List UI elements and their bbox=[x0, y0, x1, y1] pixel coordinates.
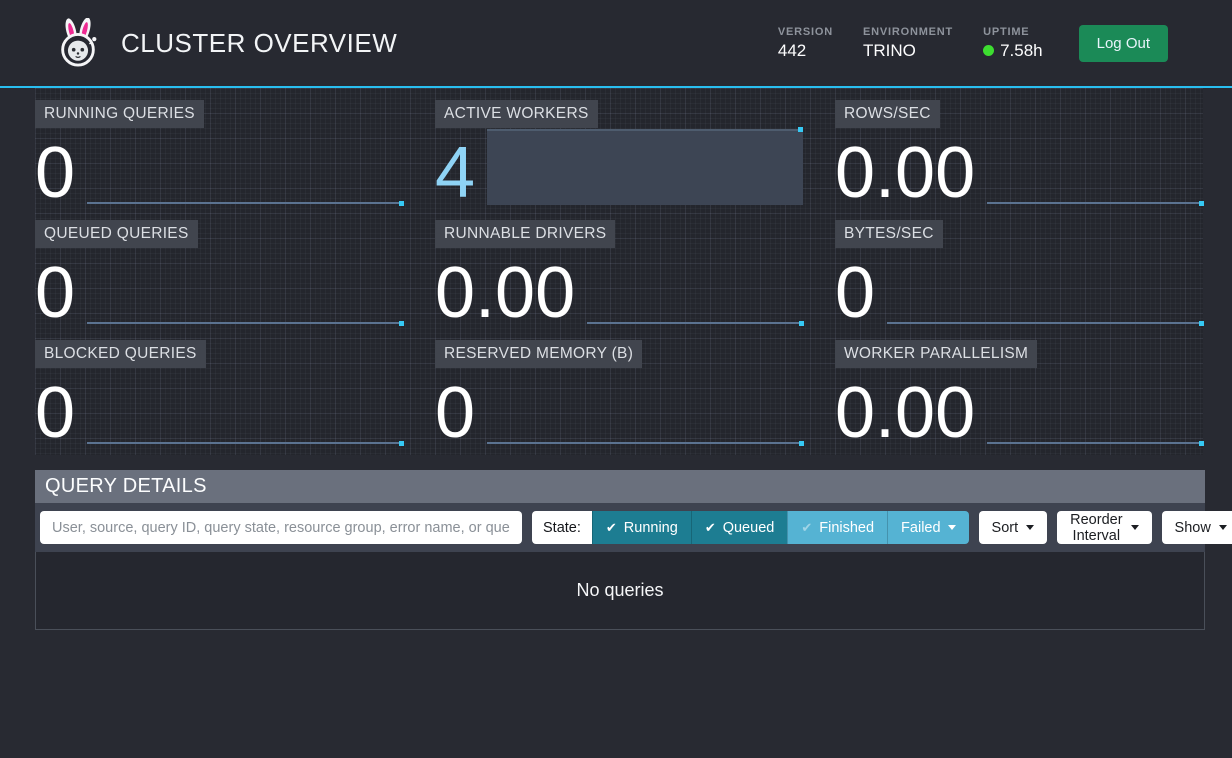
chevron-down-icon bbox=[948, 525, 956, 530]
metric-label: QUEUED QUERIES bbox=[35, 220, 198, 248]
chevron-down-icon bbox=[1131, 525, 1139, 530]
metric-label: BYTES/SEC bbox=[835, 220, 943, 248]
sparkline-endpoint-dot bbox=[799, 441, 804, 446]
metric-card-blocked-queries: BLOCKED QUERIES 0 bbox=[35, 340, 403, 445]
metrics-grid: RUNNING QUERIES 0 ACTIVE WORKERS 4 ROWS/… bbox=[35, 88, 1203, 455]
sparkline-endpoint-dot bbox=[1199, 201, 1204, 206]
state-filter-running[interactable]: ✔ Running bbox=[592, 511, 691, 544]
uptime-status-dot-icon bbox=[983, 45, 994, 56]
sparkline-endpoint-dot bbox=[399, 441, 404, 446]
metric-area-chart bbox=[487, 129, 803, 205]
empty-message: No queries bbox=[576, 580, 663, 601]
app-header: CLUSTER OVERVIEW VERSION 442 ENVIRONMENT… bbox=[0, 0, 1232, 88]
environment-stat: ENVIRONMENT TRINO bbox=[863, 26, 953, 61]
query-toolbar: State: ✔ Running ✔ Queued ✔ Finished Fai… bbox=[35, 503, 1205, 552]
check-icon: ✔ bbox=[606, 520, 617, 536]
sparkline-endpoint-dot bbox=[1199, 441, 1204, 446]
metric-value: 0.00 bbox=[435, 262, 575, 325]
sort-dropdown-button[interactable]: Sort bbox=[979, 511, 1048, 544]
uptime-value: 7.58h bbox=[1000, 41, 1043, 61]
metric-card-bytes-per-sec: BYTES/SEC 0 bbox=[835, 220, 1203, 325]
metric-value: 4 bbox=[435, 142, 475, 205]
metric-label: ROWS/SEC bbox=[835, 100, 940, 128]
metric-value: 0 bbox=[35, 382, 75, 445]
sparkline-endpoint-dot bbox=[1199, 321, 1204, 326]
environment-value: TRINO bbox=[863, 41, 953, 61]
sparkline-endpoint-dot bbox=[399, 201, 404, 206]
metric-label: RESERVED MEMORY (B) bbox=[435, 340, 642, 368]
metric-label: RUNNING QUERIES bbox=[35, 100, 204, 128]
sparkline-endpoint-dot bbox=[399, 321, 404, 326]
metric-sparkline bbox=[87, 442, 403, 444]
metric-value: 0 bbox=[835, 262, 875, 325]
uptime-label: UPTIME bbox=[983, 26, 1043, 38]
chevron-down-icon bbox=[1219, 525, 1227, 530]
state-filter-queued[interactable]: ✔ Queued bbox=[691, 511, 788, 544]
metric-sparkline bbox=[587, 322, 803, 324]
query-details-title: QUERY DETAILS bbox=[35, 470, 1205, 503]
metric-value: 0 bbox=[435, 382, 475, 445]
query-list-empty-state: No queries bbox=[35, 552, 1205, 630]
state-filter-label: State: bbox=[532, 511, 592, 544]
chevron-down-icon bbox=[1026, 525, 1034, 530]
metric-sparkline bbox=[887, 322, 1203, 324]
version-stat: VERSION 442 bbox=[778, 26, 833, 61]
metric-sparkline bbox=[87, 202, 403, 204]
metric-label: ACTIVE WORKERS bbox=[435, 100, 598, 128]
page-title: CLUSTER OVERVIEW bbox=[121, 28, 397, 59]
metric-value: 0.00 bbox=[835, 142, 975, 205]
sparkline-endpoint-dot bbox=[798, 127, 803, 132]
query-details-panel: QUERY DETAILS State: ✔ Running ✔ Queued … bbox=[35, 470, 1205, 630]
metric-sparkline bbox=[87, 322, 403, 324]
metric-card-rows-per-sec: ROWS/SEC 0.00 bbox=[835, 100, 1203, 205]
metric-value: 0 bbox=[35, 142, 75, 205]
state-filter-failed-dropdown[interactable]: Failed bbox=[887, 511, 969, 544]
logout-button[interactable]: Log Out bbox=[1079, 25, 1168, 62]
metric-card-running-queries: RUNNING QUERIES 0 bbox=[35, 100, 403, 205]
query-search-input[interactable] bbox=[40, 511, 522, 544]
metric-label: RUNNABLE DRIVERS bbox=[435, 220, 615, 248]
metric-label: WORKER PARALLELISM bbox=[835, 340, 1037, 368]
metric-sparkline bbox=[487, 442, 803, 444]
metric-label: BLOCKED QUERIES bbox=[35, 340, 206, 368]
metric-sparkline bbox=[987, 202, 1203, 204]
state-filter-finished[interactable]: ✔ Finished bbox=[787, 511, 887, 544]
environment-label: ENVIRONMENT bbox=[863, 26, 953, 38]
state-filter-group: State: ✔ Running ✔ Queued ✔ Finished Fai… bbox=[532, 511, 969, 544]
sparkline-endpoint-dot bbox=[799, 321, 804, 326]
metric-value: 0 bbox=[35, 262, 75, 325]
metric-card-worker-parallelism: WORKER PARALLELISM 0.00 bbox=[835, 340, 1203, 445]
check-icon: ✔ bbox=[801, 520, 812, 536]
metric-card-runnable-drivers: RUNNABLE DRIVERS 0.00 bbox=[435, 220, 803, 325]
metric-card-active-workers: ACTIVE WORKERS 4 bbox=[435, 100, 803, 205]
check-icon: ✔ bbox=[705, 520, 716, 536]
metric-card-queued-queries: QUEUED QUERIES 0 bbox=[35, 220, 403, 325]
trino-bunny-logo-icon bbox=[55, 18, 101, 68]
version-label: VERSION bbox=[778, 26, 833, 38]
show-dropdown-button[interactable]: Show bbox=[1162, 511, 1232, 544]
reorder-interval-dropdown-button[interactable]: Reorder Interval bbox=[1057, 511, 1151, 544]
metric-value: 0.00 bbox=[835, 382, 975, 445]
uptime-stat: UPTIME 7.58h bbox=[983, 26, 1043, 61]
metric-sparkline bbox=[987, 442, 1203, 444]
version-value: 442 bbox=[778, 41, 833, 61]
metric-card-reserved-memory: RESERVED MEMORY (B) 0 bbox=[435, 340, 803, 445]
